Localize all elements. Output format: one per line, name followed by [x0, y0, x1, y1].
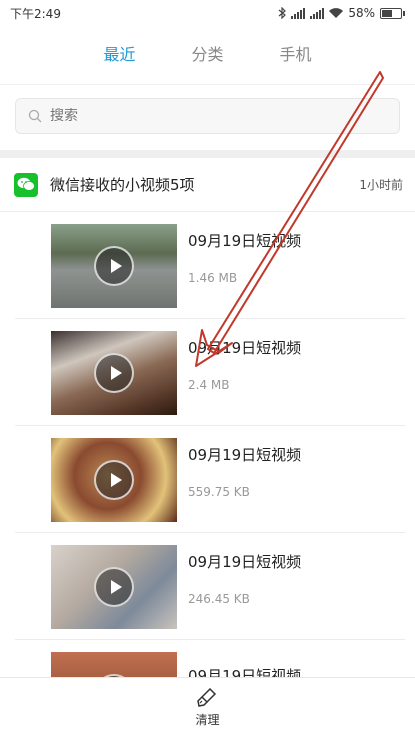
status-icons: 58%: [278, 6, 405, 20]
search-box[interactable]: [15, 98, 400, 134]
video-size: 559.75 KB: [188, 485, 250, 499]
signal-icon-2: [310, 7, 325, 19]
video-size: 246.45 KB: [188, 592, 250, 606]
search-area: [0, 84, 415, 150]
list-item[interactable]: 09月19日短视频 559.75 KB: [0, 426, 415, 533]
battery-percent: 58%: [348, 6, 375, 20]
video-size: 2.4 MB: [188, 378, 230, 392]
video-name: 09月19日短视频: [188, 339, 302, 357]
list-item[interactable]: 09月19日短视频 2.4 MB: [0, 319, 415, 426]
status-bar: 下午2:49 58%: [0, 0, 415, 26]
tab-phone[interactable]: 手机: [252, 26, 340, 84]
group-title: 微信接收的小视频5项: [50, 176, 195, 194]
video-name: 09月19日短视频: [188, 446, 302, 464]
video-thumbnail[interactable]: [51, 330, 177, 415]
category-tabs: 最近 分类 手机: [0, 26, 415, 84]
video-name: 09月19日短视频: [188, 553, 302, 571]
wechat-icon: [14, 172, 38, 197]
play-icon[interactable]: [94, 459, 134, 500]
wifi-icon: [329, 8, 344, 18]
group-time: 1小时前: [359, 178, 403, 192]
bottom-bar: 清理: [0, 677, 415, 737]
video-size: 1.46 MB: [188, 271, 238, 285]
list-item[interactable]: 09月19日短视频 246.45 KB: [0, 533, 415, 640]
section-divider: [0, 150, 415, 158]
video-name: 09月19日短视频: [188, 232, 302, 250]
play-icon[interactable]: [94, 245, 134, 286]
play-icon[interactable]: [94, 352, 134, 393]
video-thumbnail[interactable]: [51, 437, 177, 522]
play-icon[interactable]: [94, 566, 134, 607]
video-list: 09月19日短视频 1.46 MB 09月19日短视频 2.4 MB 09月19日短…: [0, 212, 415, 737]
group-header[interactable]: 微信接收的小视频5项 1小时前: [0, 158, 415, 212]
battery-icon: [380, 7, 405, 19]
tab-category[interactable]: 分类: [164, 26, 252, 84]
search-icon: [28, 109, 42, 123]
list-item[interactable]: 09月19日短视频 1.46 MB: [0, 212, 415, 319]
video-thumbnail[interactable]: [51, 223, 177, 308]
clean-button[interactable]: 清理: [195, 687, 220, 728]
bluetooth-icon: [278, 7, 287, 19]
broom-icon: [197, 687, 217, 707]
video-thumbnail[interactable]: [51, 544, 177, 629]
status-time: 下午2:49: [10, 6, 61, 21]
signal-icon: [291, 7, 306, 19]
clean-label: 清理: [195, 712, 220, 727]
search-input[interactable]: [50, 108, 350, 124]
tab-recent[interactable]: 最近: [76, 26, 164, 84]
